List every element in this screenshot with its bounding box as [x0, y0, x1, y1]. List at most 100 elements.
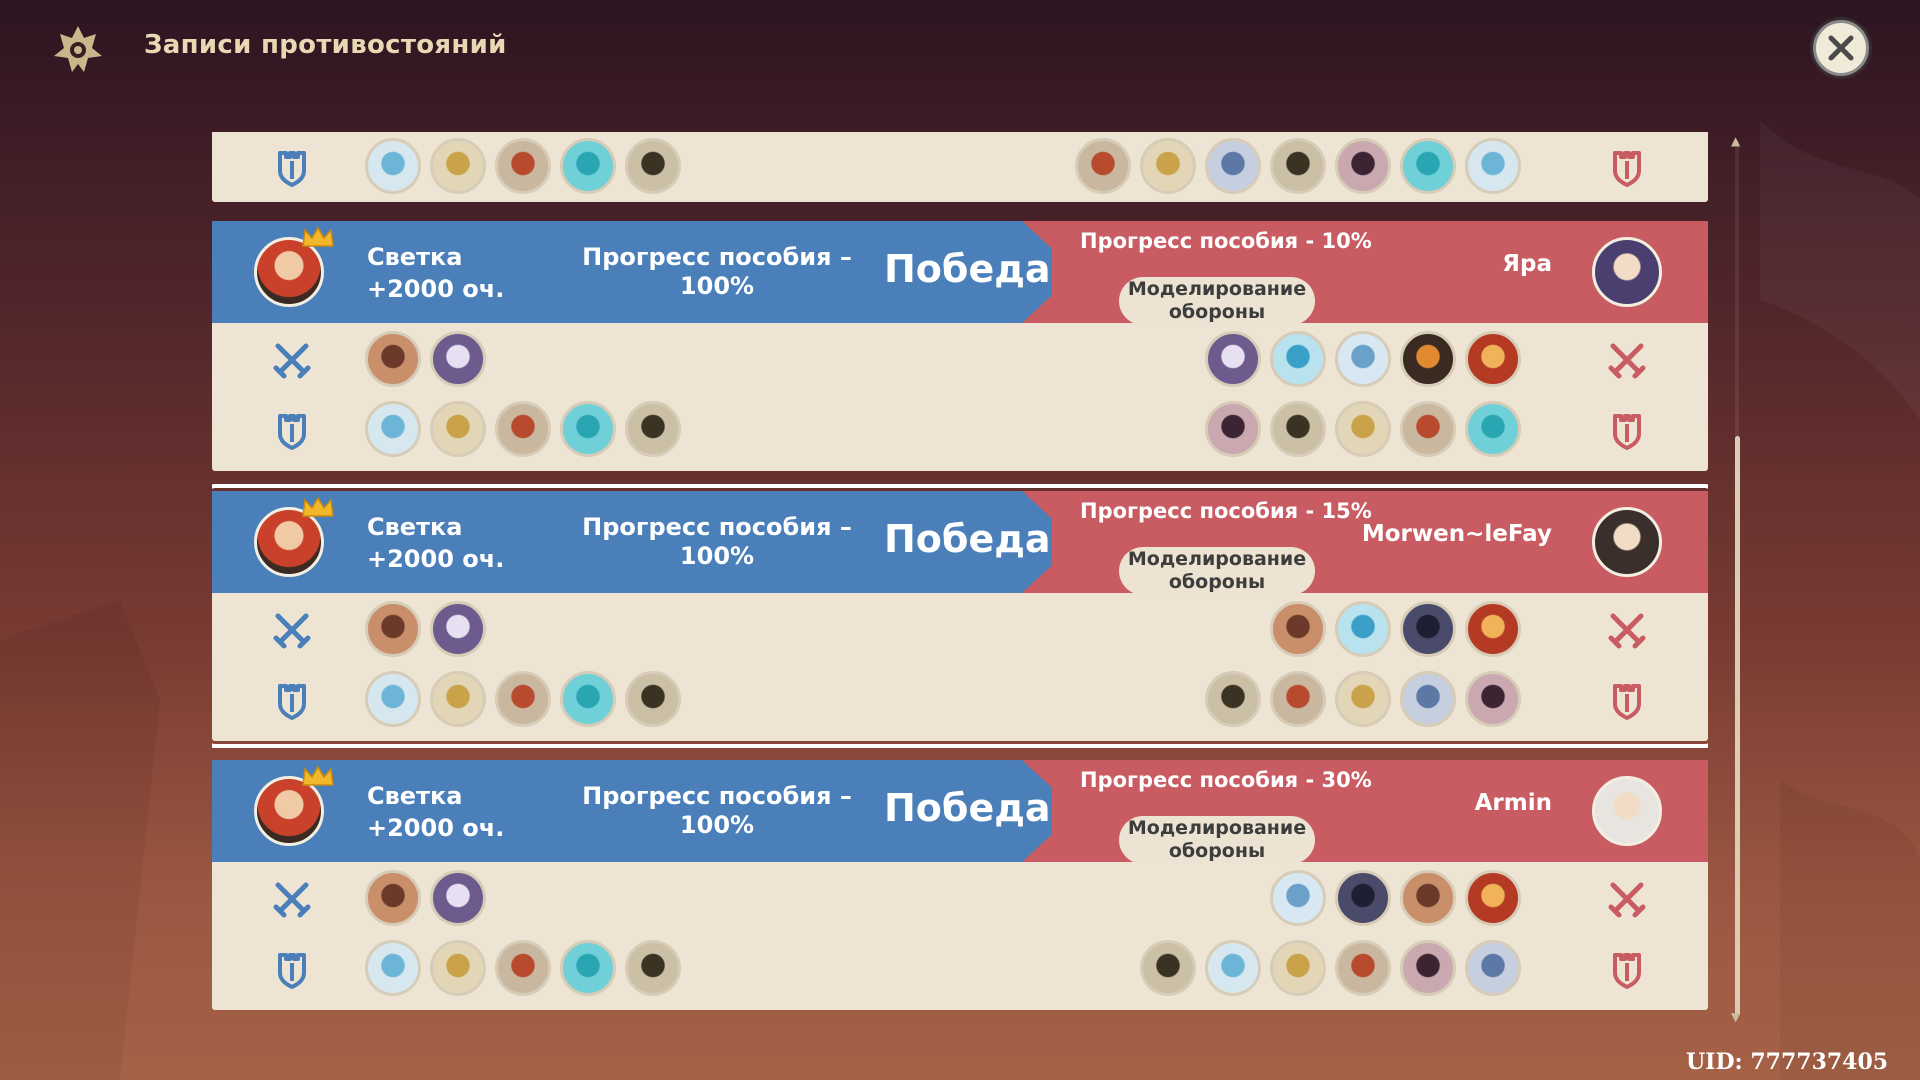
blue-crystal-slime-icon[interactable] — [365, 671, 421, 727]
close-button[interactable] — [1813, 20, 1869, 76]
dark-armored-knight-icon[interactable] — [1270, 138, 1326, 194]
player-progress-label: Прогресс пособия – — [582, 243, 852, 271]
scroll-up-arrow-icon[interactable]: ▲ — [1731, 134, 1740, 148]
player-progress-value: 100% — [679, 811, 755, 839]
player-progress: Прогресс пособия – 100% — [567, 782, 867, 840]
masked-ninja-icon[interactable] — [1400, 940, 1456, 996]
masked-ninja-icon[interactable] — [1335, 138, 1391, 194]
scrollbar-thumb[interactable] — [1735, 436, 1740, 1016]
cyan-slime-icon[interactable] — [1400, 138, 1456, 194]
purple-spirit-icon[interactable] — [430, 870, 486, 926]
battle-record[interactable] — [212, 132, 1708, 202]
brown-bird-icon[interactable] — [365, 601, 421, 657]
scroll-down-arrow-icon[interactable]: ▼ — [1731, 1010, 1740, 1024]
red-altar-icon[interactable] — [495, 940, 551, 996]
dark-armored-knight-icon[interactable] — [625, 138, 681, 194]
player-progress-label: Прогресс пособия – — [582, 782, 852, 810]
cyan-slime-icon[interactable] — [560, 940, 616, 996]
dark-armored-knight-icon[interactable] — [625, 940, 681, 996]
ice-dragon-icon[interactable] — [1465, 940, 1521, 996]
golden-fountain-icon[interactable] — [1335, 401, 1391, 457]
opponent-avatar[interactable] — [1592, 507, 1662, 577]
opponent-progress: Прогресс пособия - 30% — [1080, 768, 1372, 792]
red-altar-icon[interactable] — [1075, 138, 1131, 194]
battle-record[interactable]: Светка +2000 оч. Прогресс пособия – 100%… — [212, 760, 1708, 1010]
blue-crystal-slime-icon[interactable] — [1465, 138, 1521, 194]
blue-crystal-slime-icon[interactable] — [365, 138, 421, 194]
ice-tower-icon[interactable] — [1335, 331, 1391, 387]
cyan-slime-icon[interactable] — [560, 671, 616, 727]
ice-dragon-icon[interactable] — [1400, 671, 1456, 727]
mode-line-1: Моделирование — [1127, 548, 1307, 570]
defense-shield-icon — [278, 953, 306, 989]
blue-orb-icon[interactable] — [1270, 331, 1326, 387]
opponent-defense-shield-icon — [1613, 151, 1641, 187]
masked-ninja-icon[interactable] — [1205, 401, 1261, 457]
player-progress-value: 100% — [679, 272, 755, 300]
player-avatar[interactable] — [254, 226, 334, 307]
dark-sun-icon[interactable] — [1400, 331, 1456, 387]
flame-skull-icon[interactable] — [1465, 870, 1521, 926]
red-altar-icon[interactable] — [495, 401, 551, 457]
crown-icon — [302, 226, 334, 247]
ice-dragon-icon[interactable] — [1205, 138, 1261, 194]
player-avatar[interactable] — [254, 496, 334, 577]
golden-fountain-icon[interactable] — [430, 401, 486, 457]
red-altar-icon[interactable] — [1335, 940, 1391, 996]
golden-fountain-icon[interactable] — [1335, 671, 1391, 727]
golden-fountain-icon[interactable] — [430, 138, 486, 194]
red-altar-icon[interactable] — [495, 671, 551, 727]
opponent-progress: Прогресс пособия - 15% — [1080, 499, 1372, 523]
battle-record-list[interactable]: Светка +2000 оч. Прогресс пособия – 100%… — [212, 132, 1708, 1012]
mode-badge: Моделирование обороны — [1119, 816, 1315, 864]
flame-skull-icon[interactable] — [1465, 331, 1521, 387]
purple-spirit-icon[interactable] — [1205, 331, 1261, 387]
player-points: +2000 оч. — [367, 814, 505, 842]
purple-spirit-icon[interactable] — [430, 601, 486, 657]
mode-line-2: обороны — [1168, 840, 1266, 862]
purple-spirit-icon[interactable] — [430, 331, 486, 387]
blue-crystal-slime-icon[interactable] — [365, 940, 421, 996]
red-altar-icon[interactable] — [1270, 671, 1326, 727]
masked-ninja-icon[interactable] — [1465, 671, 1521, 727]
dark-spider-icon[interactable] — [1400, 601, 1456, 657]
page-title: Записи противостояний — [144, 30, 507, 60]
red-altar-icon[interactable] — [1400, 401, 1456, 457]
brown-bird-icon[interactable] — [365, 870, 421, 926]
golden-fountain-icon[interactable] — [430, 671, 486, 727]
cyan-slime-icon[interactable] — [560, 138, 616, 194]
battle-record[interactable]: Светка +2000 оч. Прогресс пособия – 100%… — [212, 484, 1708, 748]
dark-armored-knight-icon[interactable] — [1140, 940, 1196, 996]
opponent-attack-crossed-swords-icon — [1608, 613, 1646, 649]
dark-armored-knight-icon[interactable] — [1270, 401, 1326, 457]
dark-armored-knight-icon[interactable] — [625, 671, 681, 727]
battle-record[interactable]: Светка +2000 оч. Прогресс пособия – 100%… — [212, 221, 1708, 471]
blue-orb-icon[interactable] — [1335, 601, 1391, 657]
attack-crossed-swords-icon — [273, 343, 311, 379]
defense-team-row — [212, 934, 1708, 1004]
dark-armored-knight-icon[interactable] — [625, 401, 681, 457]
dark-spider-icon[interactable] — [1335, 870, 1391, 926]
brown-bird-icon[interactable] — [365, 331, 421, 387]
cyan-slime-icon[interactable] — [1465, 401, 1521, 457]
player-avatar[interactable] — [254, 765, 334, 846]
brown-bird-icon[interactable] — [1400, 870, 1456, 926]
opponent-avatar[interactable] — [1592, 237, 1662, 307]
brown-bird-icon[interactable] — [1270, 601, 1326, 657]
crown-icon — [302, 765, 334, 786]
defense-shield-icon — [278, 151, 306, 187]
flame-skull-icon[interactable] — [1465, 601, 1521, 657]
blue-crystal-slime-icon[interactable] — [365, 401, 421, 457]
red-altar-icon[interactable] — [495, 138, 551, 194]
record-header: Светка +2000 оч. Прогресс пособия – 100%… — [212, 221, 1708, 325]
battle-result: Победа — [884, 247, 1051, 291]
golden-fountain-icon[interactable] — [1270, 940, 1326, 996]
dark-armored-knight-icon[interactable] — [1205, 671, 1261, 727]
blue-crystal-slime-icon[interactable] — [1205, 940, 1261, 996]
golden-fountain-icon[interactable] — [1140, 138, 1196, 194]
golden-fountain-icon[interactable] — [430, 940, 486, 996]
ice-tower-icon[interactable] — [1270, 870, 1326, 926]
opponent-avatar[interactable] — [1592, 776, 1662, 846]
mode-badge: Моделирование обороны — [1119, 277, 1315, 325]
cyan-slime-icon[interactable] — [560, 401, 616, 457]
